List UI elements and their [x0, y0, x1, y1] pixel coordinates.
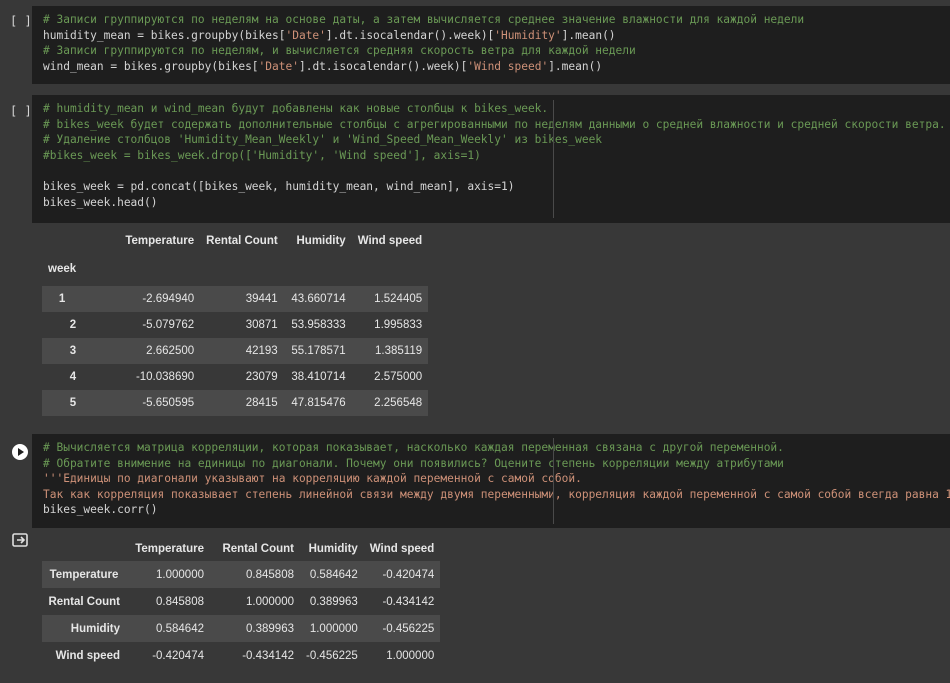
- table-cell: 53.958333: [283, 312, 352, 338]
- table-row: 3 2.662500 42193 55.178571 1.385119: [42, 338, 429, 364]
- code-line: # Записи группируются по неделям на осно…: [43, 13, 805, 26]
- row-index: 4: [42, 364, 83, 390]
- correlation-table: Temperature Rental Count Humidity Wind s…: [42, 537, 441, 669]
- row-index: 5: [42, 390, 83, 416]
- column-header: Temperature: [135, 543, 204, 555]
- code-line: bikes_week.head(): [43, 195, 158, 209]
- table-cell: 2.662500: [82, 338, 201, 364]
- table-cell: -0.420474: [126, 642, 210, 669]
- cell1-run-gutter[interactable]: [ ]: [10, 14, 32, 28]
- table-cell: -0.456225: [300, 642, 364, 669]
- table-cell: 1.385119: [351, 338, 429, 364]
- run-cell-button[interactable]: [12, 444, 28, 460]
- code-cell-3[interactable]: # Вычисляется матрица корреляции, котора…: [32, 434, 950, 528]
- table-cell: 2.256548: [351, 390, 429, 416]
- column-header: Humidity: [296, 235, 346, 247]
- ruler-line: [553, 100, 554, 218]
- table-cell: -5.079762: [82, 312, 201, 338]
- code-line: humidity_mean = bikes.groupby(bikes['Dat…: [43, 28, 616, 42]
- table-cell: 47.815476: [283, 390, 352, 416]
- row-index: Temperature: [42, 561, 126, 588]
- table-row: Humidity 0.584642 0.389963 1.000000 -0.4…: [42, 615, 441, 642]
- code-line: # Обратите внимение на единицы по диагон…: [43, 456, 784, 470]
- table-cell: -0.420474: [363, 561, 441, 588]
- code-editor-3[interactable]: # Вычисляется матрица корреляции, котора…: [43, 440, 950, 518]
- table-row: 5 -5.650595 28415 47.815476 2.256548: [42, 390, 429, 416]
- column-header: Rental Count: [222, 543, 294, 555]
- code-cell-1[interactable]: # Записи группируются по неделям на осно…: [32, 6, 950, 84]
- table-row: Rental Count 0.845808 1.000000 0.389963 …: [42, 588, 441, 615]
- code-line: '''Единицы по диагонали указывают на кор…: [43, 472, 582, 486]
- column-header: Wind speed: [369, 543, 435, 555]
- column-header: Wind speed: [357, 235, 423, 247]
- table-cell: 42193: [200, 338, 284, 364]
- output-icon[interactable]: [12, 533, 28, 547]
- row-index: 2: [42, 312, 83, 338]
- table-cell: 0.845808: [126, 588, 210, 615]
- table-cell: 0.584642: [300, 561, 364, 588]
- table-cell: 0.389963: [300, 588, 364, 615]
- table-cell: -5.650595: [82, 390, 201, 416]
- code-line: bikes_week.corr(): [43, 503, 158, 517]
- column-header: Temperature: [125, 235, 195, 247]
- table-cell: 1.000000: [363, 642, 441, 669]
- cell2-run-gutter[interactable]: [ ]: [10, 104, 32, 118]
- table-cell: 1.000000: [300, 615, 364, 642]
- table-cell: 0.584642: [126, 615, 210, 642]
- table-cell: 43.660714: [283, 286, 352, 312]
- table-row: 4 -10.038690 23079 38.410714 2.575000: [42, 364, 429, 390]
- table-cell: 1.000000: [210, 588, 300, 615]
- code-cell-2[interactable]: # humidity_mean и wind_mean будут добавл…: [32, 95, 950, 223]
- table-cell: 2.575000: [351, 364, 429, 390]
- code-editor-1[interactable]: # Записи группируются по неделям на осно…: [43, 12, 804, 74]
- table-cell: -0.434142: [363, 588, 441, 615]
- row-index: 1: [42, 286, 83, 312]
- table-cell: 28415: [200, 390, 284, 416]
- ruler-line: [553, 438, 554, 524]
- table-cell: 39441: [200, 286, 284, 312]
- code-line: # Записи группируются по неделям, и вычи…: [43, 44, 636, 58]
- index-name: week: [48, 262, 77, 275]
- table-cell: -0.434142: [210, 642, 300, 669]
- code-editor-2[interactable]: # humidity_mean и wind_mean будут добавл…: [43, 101, 946, 210]
- table-row: Temperature 1.000000 0.845808 0.584642 -…: [42, 561, 441, 588]
- table-cell: 23079: [200, 364, 284, 390]
- code-line: # Вычисляется матрица корреляции, котора…: [43, 441, 784, 454]
- code-line: bikes_week = pd.concat([bikes_week, humi…: [43, 179, 515, 193]
- table-cell: 1.000000: [126, 561, 210, 588]
- table-cell: 0.845808: [210, 561, 300, 588]
- table-cell: 0.389963: [210, 615, 300, 642]
- row-index: 3: [42, 338, 83, 364]
- table-row: 2 -5.079762 30871 53.958333 1.995833: [42, 312, 429, 338]
- table-cell: -10.038690: [82, 364, 201, 390]
- code-line: # humidity_mean и wind_mean будут добавл…: [43, 102, 549, 115]
- code-line: wind_mean = bikes.groupby(bikes['Date'].…: [43, 59, 603, 73]
- column-header: Rental Count: [206, 235, 278, 247]
- row-index: Humidity: [42, 615, 126, 642]
- column-header: Humidity: [308, 543, 358, 555]
- table-cell: 55.178571: [283, 338, 352, 364]
- code-line: #bikes_week = bikes_week.drop(['Humidity…: [43, 148, 481, 162]
- table-cell: 38.410714: [283, 364, 352, 390]
- row-index: Wind speed: [42, 642, 126, 669]
- table-row: 1 -2.694940 39441 43.660714 1.524405: [42, 286, 429, 312]
- dataframe-head-table: Temperature Rental Count Humidity Wind s…: [42, 231, 429, 416]
- table-cell: -2.694940: [82, 286, 201, 312]
- row-index: Rental Count: [42, 588, 126, 615]
- table-cell: 1.995833: [351, 312, 429, 338]
- table-row: Wind speed -0.420474 -0.434142 -0.456225…: [42, 642, 441, 669]
- code-line: # bikes_week будет содержать дополнитель…: [43, 117, 946, 131]
- table-cell: 30871: [200, 312, 284, 338]
- table-cell: -0.456225: [363, 615, 441, 642]
- code-line: # Удаление столбцов 'Humidity_Mean_Weekl…: [43, 133, 603, 147]
- table-cell: 1.524405: [351, 286, 429, 312]
- code-line: Так как корреляция показывает степень ли…: [43, 487, 950, 501]
